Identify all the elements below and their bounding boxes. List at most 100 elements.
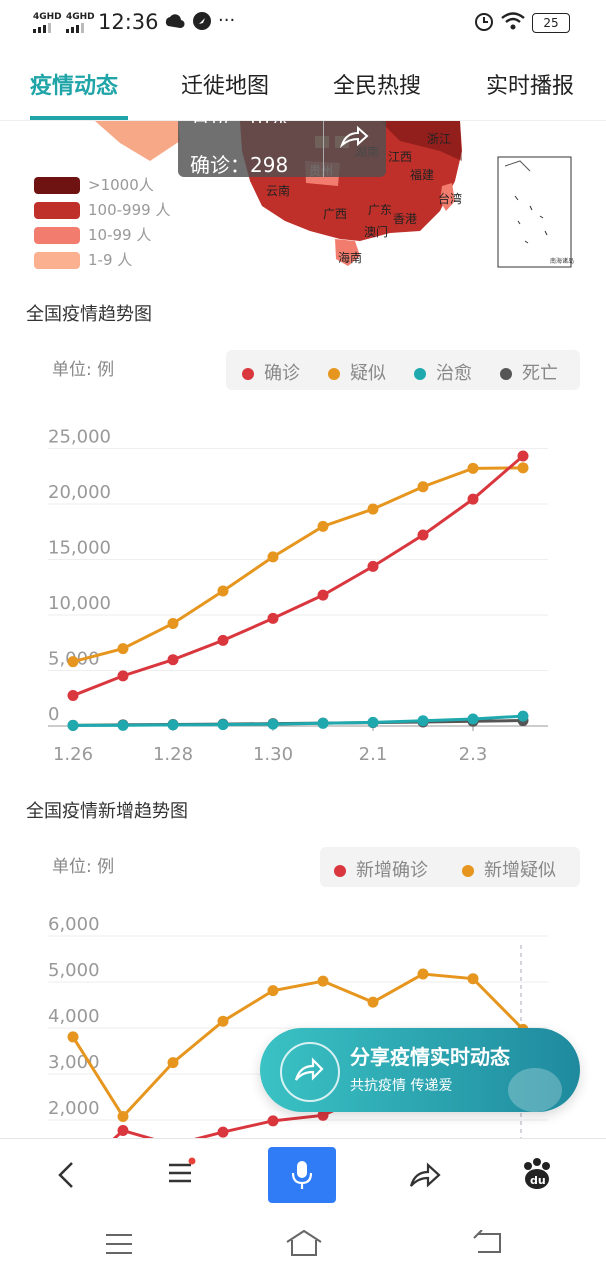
inset-label: 南海诸岛 (550, 257, 574, 265)
svg-text:du: du (530, 1174, 546, 1187)
data-point (67, 656, 79, 668)
data-point (167, 1057, 179, 1069)
y-tick-label: 6,000 (48, 915, 100, 935)
data-point (517, 450, 529, 462)
data-point (517, 462, 529, 474)
data-point (417, 968, 429, 980)
signal-1: 4GHD (33, 13, 62, 33)
map-label-macau: 澳门 (364, 224, 388, 239)
new-trend-legend: 新增确诊 新增疑似 (320, 847, 580, 887)
data-point (217, 1126, 229, 1138)
tab-migration-map[interactable]: 迁徙地图 (181, 68, 269, 100)
trend-line-chart[interactable]: 25,00020,00015,00010,0005,00001.261.281.… (0, 420, 606, 770)
tab-live-report[interactable]: 实时播报 (486, 68, 574, 100)
trend-chart-title: 全国疫情趋势图 (26, 304, 152, 325)
tooltip-province-clipped: 省份：山东 (190, 109, 290, 123)
tooltip-separator (323, 121, 324, 177)
map-legend-item: 1-9 人 (34, 249, 132, 270)
x-tick-label: 2.3 (459, 744, 488, 765)
map-label-yunnan: 云南 (266, 183, 290, 198)
x-tick-label: 1.28 (153, 744, 193, 765)
legend-new-confirmed[interactable]: 新增确诊 (334, 856, 428, 882)
share-arrow-icon (294, 1057, 324, 1081)
data-point (67, 690, 79, 702)
map-label-zhejiang: 浙江 (427, 132, 451, 146)
baidu-paw-icon[interactable]: du (520, 1157, 554, 1191)
back-icon[interactable] (52, 1159, 80, 1191)
microphone-icon (291, 1161, 313, 1189)
map-label-hongkong: 香港 (393, 212, 417, 226)
y-tick-label: 0 (48, 704, 59, 725)
data-point (167, 617, 179, 629)
legend-confirmed[interactable]: 确诊 (242, 359, 300, 385)
voice-search-button[interactable] (268, 1147, 336, 1203)
data-point (417, 715, 429, 727)
data-point (367, 560, 379, 572)
series-line-2 (72, 714, 524, 727)
active-tab-indicator (30, 116, 128, 120)
data-point (367, 716, 379, 728)
data-point (167, 719, 179, 731)
y-tick-label: 20,000 (48, 482, 111, 503)
new-trend-chart-title: 全国疫情新增趋势图 (26, 801, 188, 822)
y-tick-label: 3,000 (48, 1052, 100, 1073)
legend-deaths[interactable]: 死亡 (500, 359, 558, 385)
data-point (217, 1015, 229, 1027)
share-icon-circle (280, 1042, 340, 1102)
data-point (467, 462, 479, 474)
data-point (267, 551, 279, 563)
data-point (417, 481, 429, 493)
y-tick-label: 5,000 (48, 960, 100, 981)
share-subtitle: 共抗疫情 传递爱 (350, 1078, 453, 1094)
recent-apps-icon[interactable] (104, 1232, 134, 1256)
data-point (117, 670, 129, 682)
map-label-guangdong: 广东 (368, 203, 392, 217)
map-label-guangxi: 广西 (323, 207, 347, 221)
series-line-1 (72, 466, 524, 664)
data-point (267, 718, 279, 730)
data-point (317, 975, 329, 987)
status-bar: 4GHD 4GHD 12:36 ··· 25 (0, 0, 606, 46)
back-nav-icon[interactable] (472, 1230, 504, 1256)
tab-epidemic-news[interactable]: 疫情动态 (30, 68, 118, 100)
data-point (367, 503, 379, 515)
map-label-hainan: 海南 (338, 250, 362, 265)
map-legend-item: >1000人 (34, 174, 154, 195)
legend-new-suspected[interactable]: 新增疑似 (462, 856, 556, 882)
y-tick-label: 10,000 (48, 593, 111, 614)
data-point (317, 520, 329, 532)
weather-icon (165, 14, 185, 29)
battery-level: 25 (543, 16, 559, 30)
map-label-fujian: 福建 (410, 167, 434, 182)
data-point (267, 612, 279, 624)
y-tick-label: 15,000 (48, 538, 111, 559)
legend-cured[interactable]: 治愈 (414, 359, 472, 385)
map-legend-item: 100-999 人 (34, 199, 170, 220)
alarm-icon (475, 13, 493, 31)
y-tick-label: 4,000 (48, 1006, 100, 1027)
share-banner[interactable]: 分享疫情实时动态 共抗疫情 传递爱 (260, 1028, 580, 1112)
signal-2: 4GHD (66, 13, 95, 33)
data-point (67, 1031, 79, 1043)
home-icon[interactable] (284, 1228, 324, 1258)
share-icon[interactable] (408, 1159, 442, 1191)
battery-icon: 25 (532, 13, 570, 33)
x-tick-label: 1.26 (53, 744, 93, 765)
y-tick-label: 25,000 (48, 427, 111, 448)
status-time: 12:36 (98, 10, 159, 34)
share-title: 分享疫情实时动态 (350, 1045, 510, 1069)
data-point (267, 1115, 279, 1127)
data-point (217, 719, 229, 731)
data-point (117, 1110, 129, 1122)
decorative-bubble (508, 1068, 562, 1112)
tab-hot-search[interactable]: 全民热搜 (333, 68, 421, 100)
y-tick-label: 2,000 (48, 1098, 100, 1119)
tooltip-share-icon[interactable] (338, 125, 370, 149)
data-point (317, 717, 329, 729)
data-point (117, 719, 129, 731)
data-point (217, 585, 229, 597)
tooltip-confirmed: 确诊：298 (190, 153, 289, 177)
legend-suspected[interactable]: 疑似 (328, 359, 386, 385)
data-point (167, 654, 179, 666)
menu-icon[interactable] (166, 1157, 198, 1189)
